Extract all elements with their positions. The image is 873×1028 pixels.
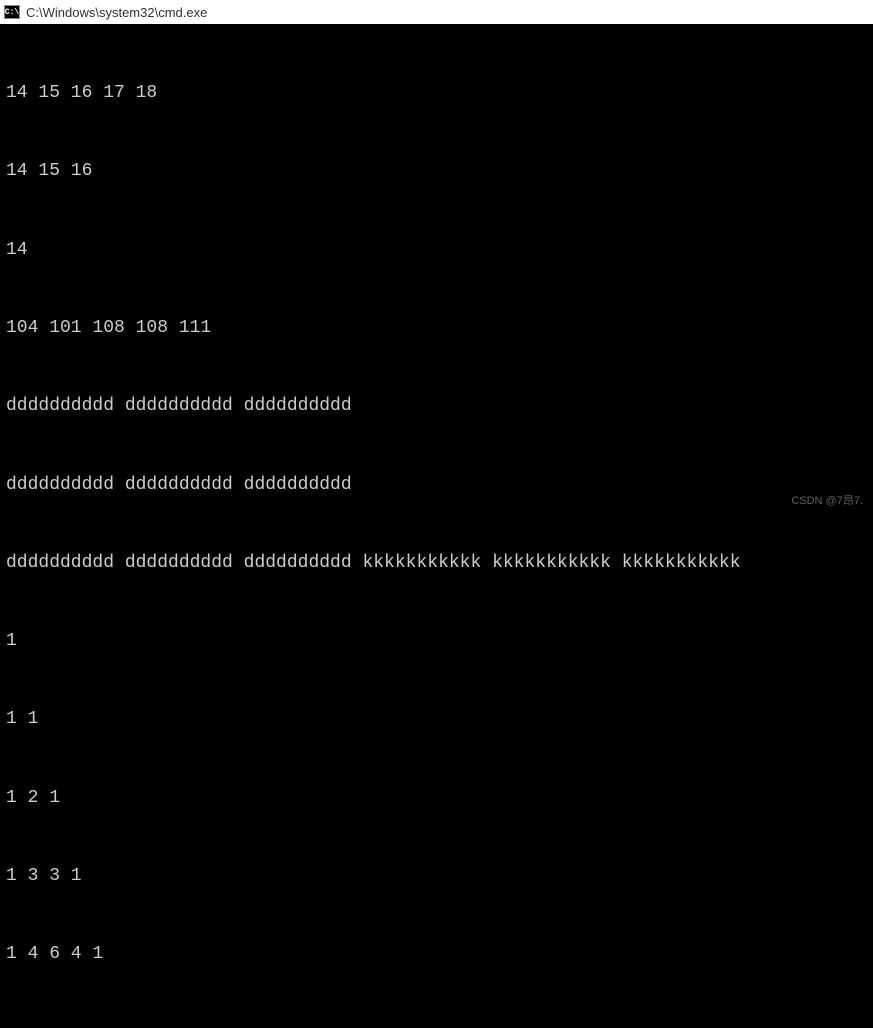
output-line: dddddddddd dddddddddd dddddddddd bbox=[6, 472, 867, 498]
output-line: 14 15 16 bbox=[6, 158, 867, 184]
cmd-icon: C:\ bbox=[4, 5, 20, 19]
titlebar[interactable]: C:\ C:\Windows\system32\cmd.exe bbox=[0, 0, 873, 24]
output-line: 1 bbox=[6, 628, 867, 654]
output-line: 1 2 1 bbox=[6, 785, 867, 811]
window-title: C:\Windows\system32\cmd.exe bbox=[26, 5, 207, 20]
output-line: dddddddddd dddddddddd dddddddddd kkkkkkk… bbox=[6, 550, 867, 576]
output-line: 1 1 bbox=[6, 706, 867, 732]
watermark: CSDN @7昂7. bbox=[791, 492, 863, 508]
output-line bbox=[6, 1020, 867, 1028]
output-line: dddddddddd dddddddddd dddddddddd bbox=[6, 393, 867, 419]
output-line: 14 bbox=[6, 237, 867, 263]
output-line: 1 3 3 1 bbox=[6, 863, 867, 889]
output-line: 1 4 6 4 1 bbox=[6, 941, 867, 967]
output-line: 14 15 16 17 18 bbox=[6, 80, 867, 106]
console-output: 14 15 16 17 18 14 15 16 14 104 101 108 1… bbox=[0, 24, 873, 514]
output-line: 104 101 108 108 111 bbox=[6, 315, 867, 341]
